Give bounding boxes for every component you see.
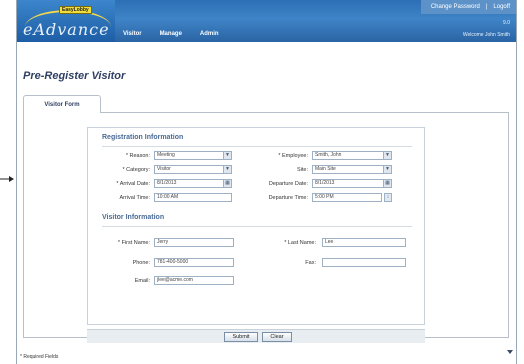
chevron-down-icon: ▼ xyxy=(223,166,231,173)
submit-button[interactable]: Submit xyxy=(224,332,258,342)
fax-label: Fax: xyxy=(305,260,316,266)
last-name-label: * Last Name: xyxy=(284,240,316,246)
email-field[interactable]: jlee@acme.com xyxy=(154,276,234,285)
tab-visitor-form[interactable]: Visitor Form xyxy=(23,95,101,113)
main-nav: Visitor Manage Admin xyxy=(123,31,219,37)
reason-select[interactable]: Meeting ▼ xyxy=(154,151,232,160)
category-label: * Category: xyxy=(122,167,150,173)
calendar-icon[interactable]: ▦ xyxy=(223,180,231,187)
phone-field[interactable]: 781-400-5000 xyxy=(154,258,234,267)
site-value: Main Site xyxy=(315,166,336,172)
page-title: Pre-Register Visitor xyxy=(23,70,126,82)
section-divider xyxy=(102,146,412,147)
time-spinner-icon[interactable]: ↕ xyxy=(384,193,392,202)
departure-time-field[interactable]: 5:00 PM xyxy=(312,193,382,202)
reason-label: * Reason: xyxy=(125,153,150,159)
version-label: 9.0 xyxy=(503,20,510,26)
employee-select[interactable]: Smith, John ▼ xyxy=(312,151,392,160)
section-title-registration: Registration Information xyxy=(102,134,184,141)
logo: EasyLobby eAdvance xyxy=(17,0,115,42)
section-title-visitor: Visitor Information xyxy=(102,214,165,221)
clear-button[interactable]: Clear xyxy=(262,332,292,342)
chevron-down-icon: ▼ xyxy=(383,152,391,159)
arrival-date-field[interactable]: 8/1/2013 ▦ xyxy=(154,179,232,188)
category-value: Visitor xyxy=(157,166,171,172)
button-bar: Submit Clear xyxy=(87,329,425,343)
app-window: EasyLobby eAdvance Change Password | Log… xyxy=(16,0,517,364)
departure-date-field[interactable]: 8/1/2013 ▦ xyxy=(312,179,392,188)
last-name-field[interactable]: Lee xyxy=(322,238,406,247)
logo-badge: EasyLobby xyxy=(59,6,92,14)
header-bar: EasyLobby eAdvance Change Password | Log… xyxy=(17,0,516,42)
fax-field[interactable] xyxy=(322,258,406,267)
reason-value: Meeting xyxy=(157,152,175,158)
departure-time-label: Departure Time: xyxy=(268,195,308,201)
nav-item-admin[interactable]: Admin xyxy=(200,31,219,37)
phone-label: Phone: xyxy=(132,260,150,266)
section-divider xyxy=(102,226,412,227)
link-separator: | xyxy=(485,4,488,10)
change-password-link[interactable]: Change Password xyxy=(431,4,480,10)
email-label: Email: xyxy=(134,278,150,284)
employee-value: Smith, John xyxy=(315,152,342,158)
pointer-arrow-icon xyxy=(0,176,14,182)
scroll-down-icon[interactable] xyxy=(507,350,513,354)
arrival-date-value: 8/1/2013 xyxy=(157,180,177,186)
arrival-time-label: Arrival Time: xyxy=(119,195,150,201)
departure-date-label: Departure Date: xyxy=(268,181,308,187)
visitor-form: Registration Information * Reason: Meeti… xyxy=(87,127,425,325)
required-fields-note: * Required Fields xyxy=(20,354,59,360)
logo-text: eAdvance xyxy=(23,20,110,39)
site-label: Site: xyxy=(296,167,308,173)
arrival-date-label: * Arrival Date: xyxy=(116,181,150,187)
top-links: Change Password | Logoff xyxy=(420,0,516,14)
chevron-down-icon: ▼ xyxy=(383,166,391,173)
site-select[interactable]: Main Site ▼ xyxy=(312,165,392,174)
employee-label: * Employee: xyxy=(278,153,308,159)
welcome-label: Welcome John Smith xyxy=(462,32,510,38)
chevron-down-icon: ▼ xyxy=(223,152,231,159)
category-select[interactable]: Visitor ▼ xyxy=(154,165,232,174)
first-name-label: * First Name: xyxy=(117,240,150,246)
arrival-time-field[interactable]: 10:00 AM xyxy=(154,193,232,202)
first-name-field[interactable]: Jerry xyxy=(154,238,234,247)
departure-date-value: 8/1/2013 xyxy=(315,180,335,186)
nav-item-visitor[interactable]: Visitor xyxy=(123,31,142,37)
nav-item-manage[interactable]: Manage xyxy=(160,31,182,37)
calendar-icon[interactable]: ▦ xyxy=(383,180,391,187)
logoff-link[interactable]: Logoff xyxy=(493,4,510,10)
